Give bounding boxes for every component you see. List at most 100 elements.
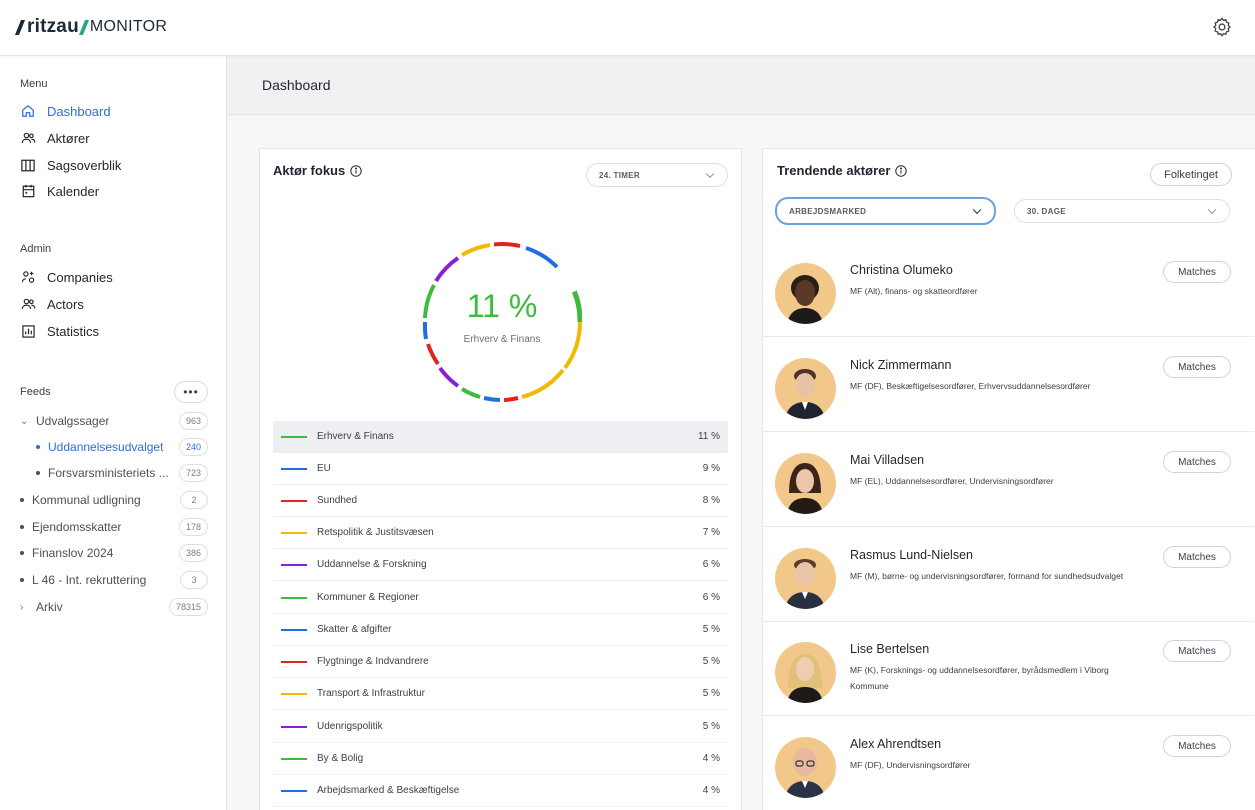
info-icon[interactable]: [350, 164, 362, 177]
nav-item-dashboard[interactable]: Dashboard: [20, 101, 111, 121]
actor-card[interactable]: Alex Ahrendtsen MF (DF), Undervisningsor…: [763, 717, 1254, 810]
feed-bullet: [36, 471, 40, 475]
settings-button[interactable]: [1211, 16, 1233, 38]
actor-card[interactable]: Rasmus Lund-Nielsen MF (M), børne- og un…: [763, 528, 1254, 622]
actor-name: Mai Villadsen: [850, 453, 925, 467]
trending-actors-title: Trendende aktører: [777, 163, 908, 178]
topic-row[interactable]: EU 9 %: [273, 453, 728, 485]
donut-segment-retspolitik: [460, 243, 491, 257]
feed-count-badge: 963: [178, 412, 208, 430]
chevron-down-icon[interactable]: ⌄: [20, 416, 30, 427]
avatar: [775, 263, 836, 324]
topic-percentage: 5 %: [702, 624, 720, 635]
chevron-right-icon[interactable]: ›: [20, 602, 30, 613]
nav-item-statistics[interactable]: Statistics: [20, 321, 99, 341]
actor-card[interactable]: Lise Bertelsen MF (K), Forsknings- og ud…: [763, 622, 1254, 716]
actor-focus-title: Aktør fokus: [273, 163, 362, 178]
topic-row[interactable]: Arbejdsmarked & Beskæftigelse 4 %: [273, 775, 728, 807]
feed-item-udvalgssager[interactable]: ⌄ Udvalgssager 963: [20, 411, 210, 431]
focus-period-value: 24. TIMER: [599, 170, 640, 180]
trending-period-select[interactable]: 30. DAGE: [1014, 199, 1230, 223]
nav-item-sagsoverblik[interactable]: Sagsoverblik: [20, 155, 121, 175]
feeds-more-button[interactable]: •••: [174, 381, 208, 403]
app-logo[interactable]: ritzau MONITOR: [14, 16, 167, 38]
feed-item-l46[interactable]: L 46 - Int. rekruttering 3: [20, 570, 210, 590]
actor-card[interactable]: Mai Villadsen MF (EL), Uddannelsesordfør…: [763, 433, 1254, 527]
feed-item-arkiv[interactable]: › Arkiv 78315: [20, 597, 210, 617]
nav-item-kalender[interactable]: Kalender: [20, 181, 99, 201]
actor-name: Alex Ahrendtsen: [850, 737, 942, 751]
matches-button[interactable]: Matches: [1163, 640, 1231, 662]
trending-period-value: 30. DAGE: [1027, 206, 1066, 216]
topic-row[interactable]: By & Bolig 4 %: [273, 743, 728, 775]
topic-percentage: 5 %: [702, 656, 720, 667]
actor-name: Christina Olumeko: [850, 263, 953, 277]
feed-label: Forsvarsministeriets ...: [48, 466, 169, 480]
topic-row[interactable]: Uddannelse & Forskning 6 %: [273, 549, 728, 581]
nav-item-aktorer[interactable]: Aktører: [20, 128, 90, 148]
actor-role: MF (K), Forsknings- og uddannelsesordfør…: [850, 665, 1109, 691]
topic-color-swatch: [281, 660, 307, 663]
topic-row[interactable]: Retspolitik & Justitsvæsen 7 %: [273, 517, 728, 549]
actor-role: MF (DF), Beskæftigelsesordfører, Erhverv…: [850, 381, 1091, 391]
nav-item-label: Dashboard: [47, 103, 111, 119]
topic-color-swatch: [281, 725, 307, 728]
topic-row[interactable]: Erhverv & Finans 11 %: [273, 421, 728, 453]
topic-color-swatch: [281, 499, 307, 502]
topic-percentage: 7 %: [702, 527, 720, 538]
logo-slash-accent: [78, 19, 89, 35]
feed-item-ejendomsskatter[interactable]: Ejendomsskatter 178: [20, 517, 210, 537]
donut-center-label: Erhverv & Finans: [463, 334, 541, 345]
matches-button[interactable]: Matches: [1163, 735, 1231, 757]
logo-brand: ritzau: [27, 16, 79, 37]
topic-row[interactable]: Kommuner & Regioner 6 %: [273, 582, 728, 614]
feed-item-kommunal-udligning[interactable]: Kommunal udligning 2: [20, 490, 210, 510]
actor-card[interactable]: Christina Olumeko MF (Alt), finans- og s…: [763, 243, 1254, 337]
matches-button[interactable]: Matches: [1163, 546, 1231, 568]
users-icon: [20, 130, 36, 146]
feed-count-badge: 2: [180, 491, 208, 509]
nav-item-label: Actors: [47, 296, 84, 312]
trending-actors-card: Trendende aktører Folketinget ARBEJDSMAR…: [762, 148, 1255, 810]
topic-label: Udenrigspolitik: [317, 721, 383, 732]
topic-percentage: 4 %: [702, 785, 720, 796]
topic-filter-value: ARBEJDSMARKED: [789, 206, 867, 216]
actor-name: Nick Zimmermann: [850, 358, 952, 372]
folketinget-button[interactable]: Folketinget: [1150, 163, 1232, 186]
topic-filter-select[interactable]: ARBEJDSMARKED: [775, 197, 996, 225]
actor-card[interactable]: Nick Zimmermann MF (DF), Beskæftigelseso…: [763, 338, 1254, 432]
feed-count-badge: 3: [180, 571, 208, 589]
actor-name: Rasmus Lund-Nielsen: [850, 548, 973, 562]
topic-row[interactable]: Udenrigspolitik 5 %: [273, 711, 728, 743]
feed-label: Finanslov 2024: [32, 546, 114, 560]
feed-item-finanslov-2024[interactable]: Finanslov 2024 386: [20, 543, 210, 563]
matches-button[interactable]: Matches: [1163, 451, 1231, 473]
feed-item-uddannelsesudvalget[interactable]: Uddannelsesudvalget 240: [36, 437, 210, 457]
donut-segment-eu: [483, 396, 501, 402]
topic-row[interactable]: Sundhed 8 %: [273, 485, 728, 517]
topic-label: Skatter & afgifter: [317, 624, 392, 635]
chevron-down-icon: [1207, 205, 1217, 215]
nav-item-actors[interactable]: Actors: [20, 294, 84, 314]
topic-percentage: 5 %: [702, 688, 720, 699]
feed-item-forsvarsministeriets[interactable]: Forsvarsministeriets ... 723: [36, 463, 210, 483]
topic-percentage: 9 %: [702, 463, 720, 474]
donut-segment-flygtninge: [426, 343, 440, 366]
feed-label: L 46 - Int. rekruttering: [32, 573, 147, 587]
topic-percentage: 5 %: [702, 721, 720, 732]
info-icon[interactable]: [895, 164, 908, 177]
matches-button[interactable]: Matches: [1163, 356, 1231, 378]
chevron-down-icon: [705, 169, 715, 179]
nav-item-label: Statistics: [47, 323, 100, 339]
topic-row[interactable]: Flygtninge & Indvandrere 5 %: [273, 646, 728, 678]
nav-item-companies[interactable]: Companies: [20, 267, 113, 287]
topic-color-swatch: [281, 628, 307, 631]
calendar-icon: [20, 183, 36, 199]
matches-button[interactable]: Matches: [1163, 261, 1231, 283]
topic-row[interactable]: Transport & Infrastruktur 5 %: [273, 678, 728, 710]
topic-row[interactable]: Skatter & afgifter 5 %: [273, 614, 728, 646]
actor-role: MF (M), børne- og undervisningsordfører,…: [850, 571, 1124, 581]
focus-period-select[interactable]: 24. TIMER: [586, 163, 728, 187]
feed-label: Udvalgssager: [36, 414, 110, 428]
topic-color-swatch: [281, 757, 307, 760]
